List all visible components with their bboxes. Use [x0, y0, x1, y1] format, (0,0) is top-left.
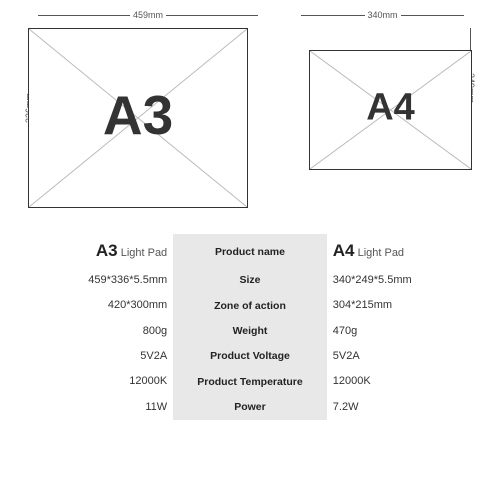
table-row: 459*336*5.5mmSize340*249*5.5mm	[10, 268, 490, 293]
table-cell-left: 12000K	[10, 369, 173, 394]
table-cell-mid: Power	[173, 395, 327, 420]
table-cell-mid: Size	[173, 268, 327, 293]
a3-pad: A3	[28, 28, 248, 208]
a3-width-dim: 459mm	[133, 10, 163, 20]
a4-pad-label: A4	[366, 86, 415, 129]
table-cell-mid: Product Voltage	[173, 344, 327, 369]
diagram-section: 459mm 336mm 340mm 249mm A3 A4	[0, 0, 500, 230]
table-cell-left: 5V2A	[10, 344, 173, 369]
comparison-table: A3 Light PadProduct nameA4 Light Pad459*…	[10, 234, 490, 420]
table-cell-right: 470g	[327, 319, 490, 344]
table-cell-left: 420*300mm	[10, 293, 173, 318]
table-cell-left: A3 Light Pad	[10, 234, 173, 268]
table-row: 11WPower7.2W	[10, 395, 490, 420]
table-row: 800gWeight470g	[10, 319, 490, 344]
a4-pad: A4	[309, 50, 472, 170]
table-cell-right: 340*249*5.5mm	[327, 268, 490, 293]
table-cell-right: 12000K	[327, 369, 490, 394]
table-row: 12000KProduct Temperature12000K	[10, 369, 490, 394]
table-row: 5V2AProduct Voltage5V2A	[10, 344, 490, 369]
table-cell-mid: Zone of action	[173, 293, 327, 318]
table-cell-left: 11W	[10, 395, 173, 420]
table-cell-right: 304*215mm	[327, 293, 490, 318]
table-cell-mid: Product Temperature	[173, 369, 327, 394]
table-row: A3 Light PadProduct nameA4 Light Pad	[10, 234, 490, 268]
table-row: 420*300mmZone of action304*215mm	[10, 293, 490, 318]
table-cell-right: 7.2W	[327, 395, 490, 420]
table-cell-right: 5V2A	[327, 344, 490, 369]
a3-pad-label: A3	[103, 83, 173, 147]
a4-width-dim: 340mm	[368, 10, 398, 20]
table-cell-mid: Weight	[173, 319, 327, 344]
table-cell-right: A4 Light Pad	[327, 234, 490, 268]
table-cell-mid: Product name	[173, 234, 327, 268]
table-cell-left: 800g	[10, 319, 173, 344]
table-cell-left: 459*336*5.5mm	[10, 268, 173, 293]
